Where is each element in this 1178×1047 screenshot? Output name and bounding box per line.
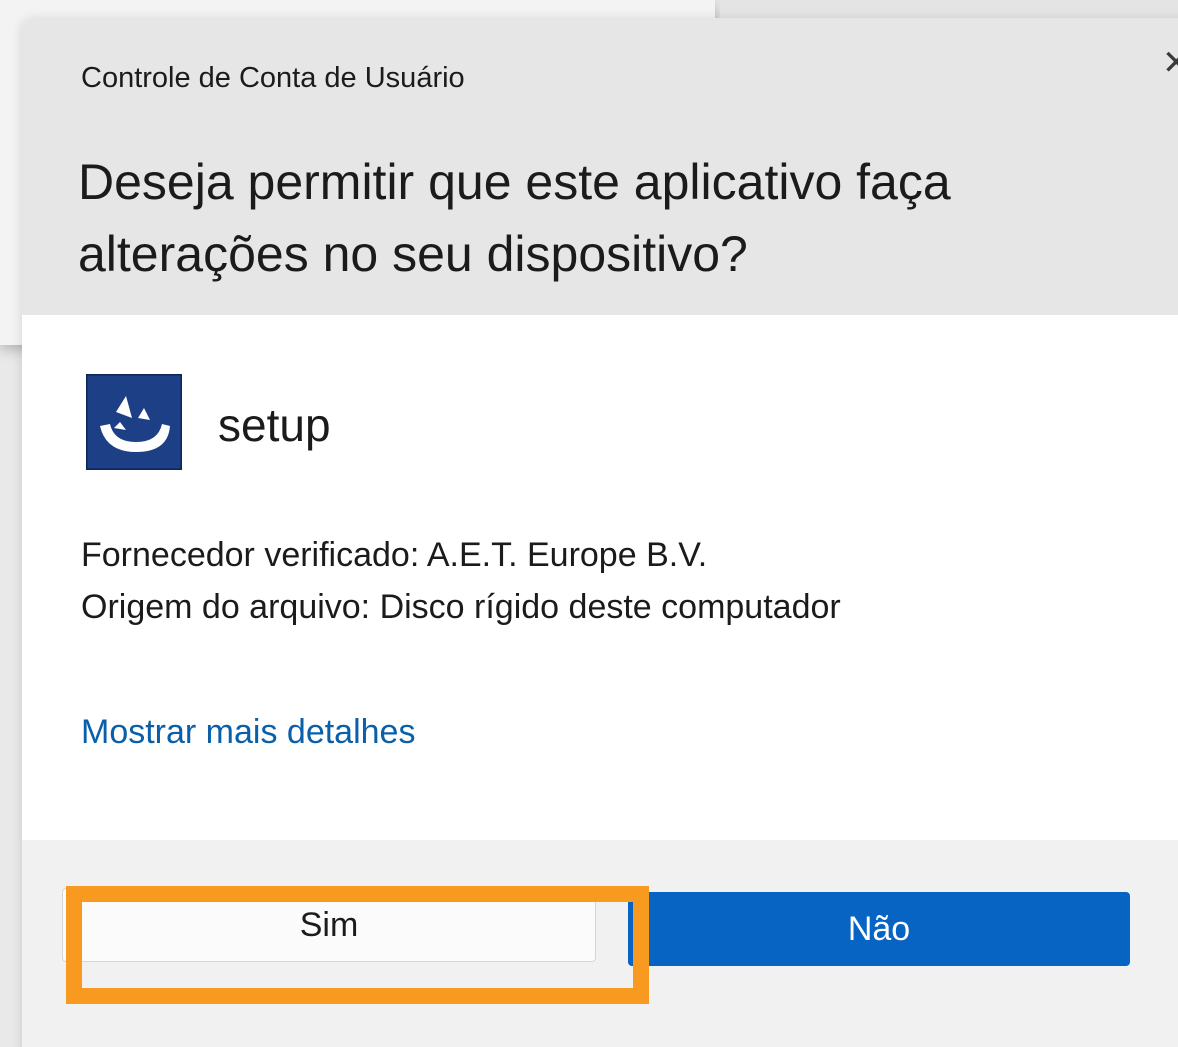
window-title: Controle de Conta de Usuário (81, 62, 465, 94)
dialog-header: Controle de Conta de Usuário ✕ Deseja pe… (22, 18, 1178, 315)
app-name: setup (218, 399, 331, 451)
publisher-info: Fornecedor verificado: A.E.T. Europe B.V… (81, 536, 708, 574)
show-more-details-link[interactable]: Mostrar mais detalhes (81, 713, 415, 752)
prompt-question: Deseja permitir que este aplicativo faça… (78, 154, 951, 282)
close-icon[interactable]: ✕ (1162, 46, 1178, 80)
yes-button[interactable]: Sim (62, 888, 596, 962)
no-button[interactable]: Não (628, 892, 1130, 966)
file-origin-info: Origem do arquivo: Disco rígido deste co… (81, 588, 841, 626)
setup-app-icon (86, 374, 182, 470)
